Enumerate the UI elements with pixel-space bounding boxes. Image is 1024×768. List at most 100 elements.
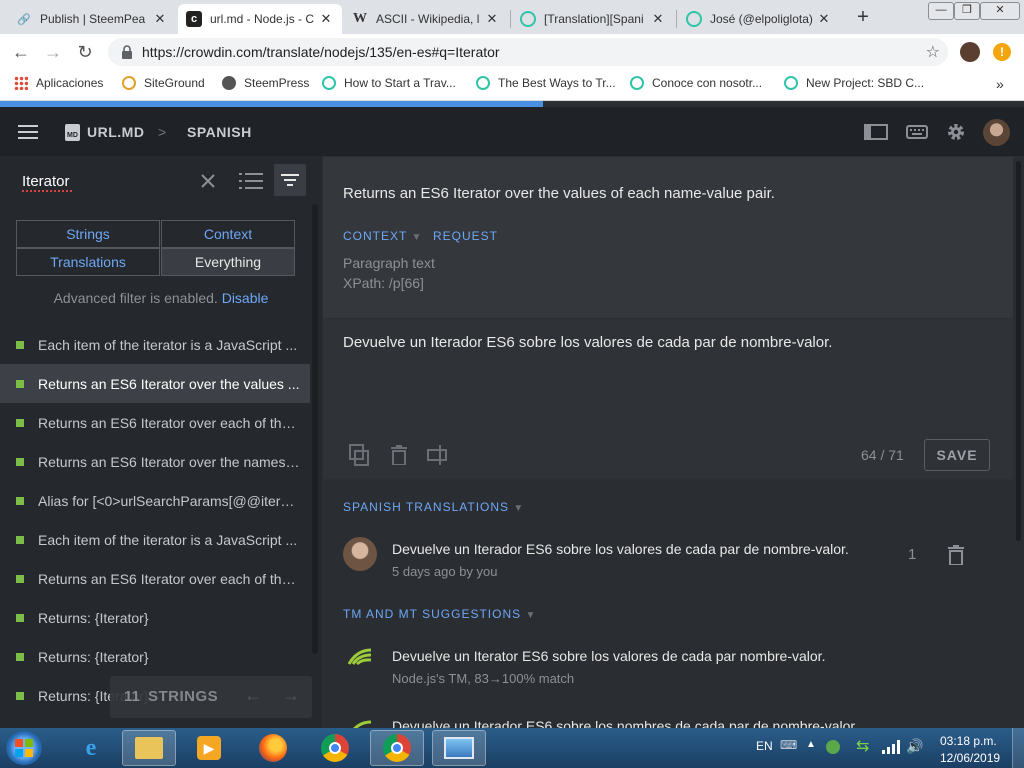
string-list-item[interactable]: Returns an ES6 Iterator over each of the… <box>0 559 310 598</box>
bookmark-steempress[interactable]: SteemPress <box>222 76 309 90</box>
list-view-icon[interactable] <box>239 171 263 191</box>
string-list-item[interactable]: Alias for [<0>urlSearchParams[@@iterat..… <box>0 481 310 520</box>
filter-button[interactable] <box>274 164 306 196</box>
omnibox[interactable]: https://crowdin.com/translate/nodejs/135… <box>108 38 948 66</box>
disable-filter-link[interactable]: Disable <box>222 290 269 306</box>
bookmark-label: Conoce con nosotr... <box>652 76 763 90</box>
reload-button[interactable]: ↻ <box>74 42 96 64</box>
string-list-item[interactable]: Each item of the iterator is a JavaScrip… <box>0 325 310 364</box>
minimize-button[interactable]: — <box>928 2 954 20</box>
bookmark-conoce[interactable]: Conoce con nosotr... <box>630 76 762 90</box>
file-name[interactable]: URL.MD <box>87 124 144 140</box>
delete-translation-icon[interactable] <box>948 545 964 565</box>
clock-time[interactable]: 03:18 p.m. <box>940 734 997 748</box>
steemit-icon <box>784 76 798 90</box>
editor-scrollbar-thumb[interactable] <box>1016 161 1021 541</box>
translation-item-text[interactable]: Devuelve un Iterador ES6 sobre los valor… <box>392 541 849 557</box>
split-text-icon[interactable] <box>427 445 449 465</box>
status-dot <box>16 457 24 466</box>
string-list-item[interactable]: Returns an ES6 Iterator over the names .… <box>0 442 310 481</box>
filter-everything[interactable]: Everything <box>161 248 295 276</box>
new-tab-button[interactable]: + <box>850 6 876 30</box>
windows-logo-icon <box>15 739 33 757</box>
back-button[interactable]: ← <box>10 42 32 64</box>
bookmark-travel[interactable]: How to Start a Trav... <box>322 76 456 90</box>
update-alert-icon[interactable]: ! <box>993 43 1011 61</box>
bookmark-star-icon[interactable]: ☆ <box>926 42 940 62</box>
browser-tab-steempeak[interactable]: 🔗 Publish | SteemPea ✕ <box>8 4 176 34</box>
clear-search-icon[interactable] <box>201 174 215 188</box>
string-list-item[interactable]: Returns: {Iterator} <box>0 637 310 676</box>
previous-page-arrow-icon[interactable]: ← <box>244 685 262 706</box>
volume-icon[interactable]: 🔊 <box>906 738 923 755</box>
bookmark-siteground[interactable]: SiteGround <box>122 76 205 90</box>
taskbar-photo-viewer[interactable] <box>432 730 486 766</box>
suggestions-heading[interactable]: TM AND MT SUGGESTIONS ▼ <box>343 607 536 621</box>
close-icon[interactable]: ✕ <box>816 11 832 27</box>
trash-icon[interactable] <box>391 445 407 465</box>
suggestion-item-meta: Node.js's TM, 83→100% match <box>392 671 575 686</box>
translation-text[interactable]: Devuelve un Iterador ES6 sobre los valor… <box>343 334 832 351</box>
taskbar-media-player[interactable]: ▶ <box>182 730 236 766</box>
bookmark-new-project[interactable]: New Project: SBD C... <box>784 76 924 90</box>
profile-avatar[interactable] <box>960 42 980 62</box>
browser-tab-crowdin[interactable]: c url.md - Node.js - C ✕ <box>178 4 342 34</box>
bookmark-apps[interactable]: Aplicaciones <box>14 76 103 90</box>
show-desktop-button[interactable] <box>1012 728 1024 768</box>
copy-source-icon[interactable] <box>349 444 369 466</box>
wordpress-icon <box>222 76 236 90</box>
editor-scrollbar[interactable] <box>1013 157 1024 728</box>
string-list-item[interactable]: Each item of the iterator is a JavaScrip… <box>0 520 310 559</box>
filter-strings[interactable]: Strings <box>16 220 160 248</box>
taskbar-explorer[interactable] <box>122 730 176 766</box>
strings-scrollbar[interactable] <box>312 204 318 654</box>
filter-translations[interactable]: Translations <box>16 248 160 276</box>
user-avatar[interactable] <box>983 119 1010 146</box>
clock-date[interactable]: 12/06/2019 <box>940 751 1000 765</box>
string-list-item[interactable]: Returns: {Iterator} <box>0 598 310 637</box>
spanish-translations-heading[interactable]: SPANISH TRANSLATIONS ▼ <box>343 500 524 514</box>
keyboard-tray-icon[interactable]: ⌨ <box>780 738 797 752</box>
language-name[interactable]: SPANISH <box>187 124 252 140</box>
filter-context[interactable]: Context <box>161 220 295 248</box>
request-tab[interactable]: REQUEST <box>433 229 498 243</box>
taskbar-firefox[interactable] <box>246 730 300 766</box>
taskbar-chrome-active[interactable] <box>370 730 424 766</box>
filter-icon <box>281 174 299 186</box>
tab-separator <box>676 10 677 28</box>
gear-icon[interactable] <box>946 122 966 142</box>
string-list-item-selected[interactable]: Returns an ES6 Iterator over the values … <box>0 364 310 403</box>
next-page-arrow-icon[interactable]: → <box>282 685 300 706</box>
suggestion-item-text[interactable]: Devuelve un Iterator ES6 sobre los valor… <box>392 648 825 664</box>
context-tab[interactable]: CONTEXT ▼ <box>343 229 422 243</box>
close-icon[interactable]: ✕ <box>484 11 500 27</box>
browser-tab-wikipedia[interactable]: W ASCII - Wikipedia, l ✕ <box>344 4 508 34</box>
browser-tab-translation[interactable]: [Translation][Spani ✕ <box>512 4 674 34</box>
start-button[interactable] <box>6 731 42 765</box>
string-list-item[interactable]: Returns an ES6 Iterator over each of the… <box>0 403 310 442</box>
taskbar-internet-explorer[interactable]: e <box>64 730 118 766</box>
taskbar-chrome[interactable] <box>308 730 362 766</box>
maximize-button[interactable]: ❐ <box>954 2 980 20</box>
network-signal-icon[interactable] <box>882 740 900 754</box>
tab-label: José (@elpoliglota) <box>710 12 813 26</box>
forward-button[interactable]: → <box>42 42 64 64</box>
bookmarks-overflow-button[interactable]: » <box>996 76 1004 92</box>
close-icon[interactable]: ✕ <box>318 11 334 27</box>
suggestion-item-2[interactable]: Devuelve un Iterador ES6 sobre los nombr… <box>323 716 1013 728</box>
close-icon[interactable]: ✕ <box>650 11 666 27</box>
language-indicator[interactable]: EN <box>756 739 773 753</box>
browser-tab-jose[interactable]: José (@elpoliglota) ✕ <box>678 4 840 34</box>
bookmark-best-ways[interactable]: The Best Ways to Tr... <box>476 76 616 90</box>
close-icon[interactable]: ✕ <box>152 11 168 27</box>
keyboard-icon[interactable] <box>906 125 928 139</box>
hamburger-menu-icon[interactable] <box>18 124 38 140</box>
translation-editor[interactable]: Devuelve un Iterador ES6 sobre los valor… <box>323 319 1013 479</box>
layout-toggle-icon[interactable] <box>864 124 888 140</box>
show-hidden-icons-icon[interactable]: ▲ <box>806 739 816 750</box>
save-button[interactable]: SAVE <box>924 439 990 471</box>
tab-label: [Translation][Spani <box>544 12 644 26</box>
window-close-button[interactable]: ✕ <box>980 2 1020 20</box>
sync-tray-icon[interactable]: ⇆ <box>856 736 869 756</box>
security-tray-icon[interactable] <box>826 740 840 754</box>
